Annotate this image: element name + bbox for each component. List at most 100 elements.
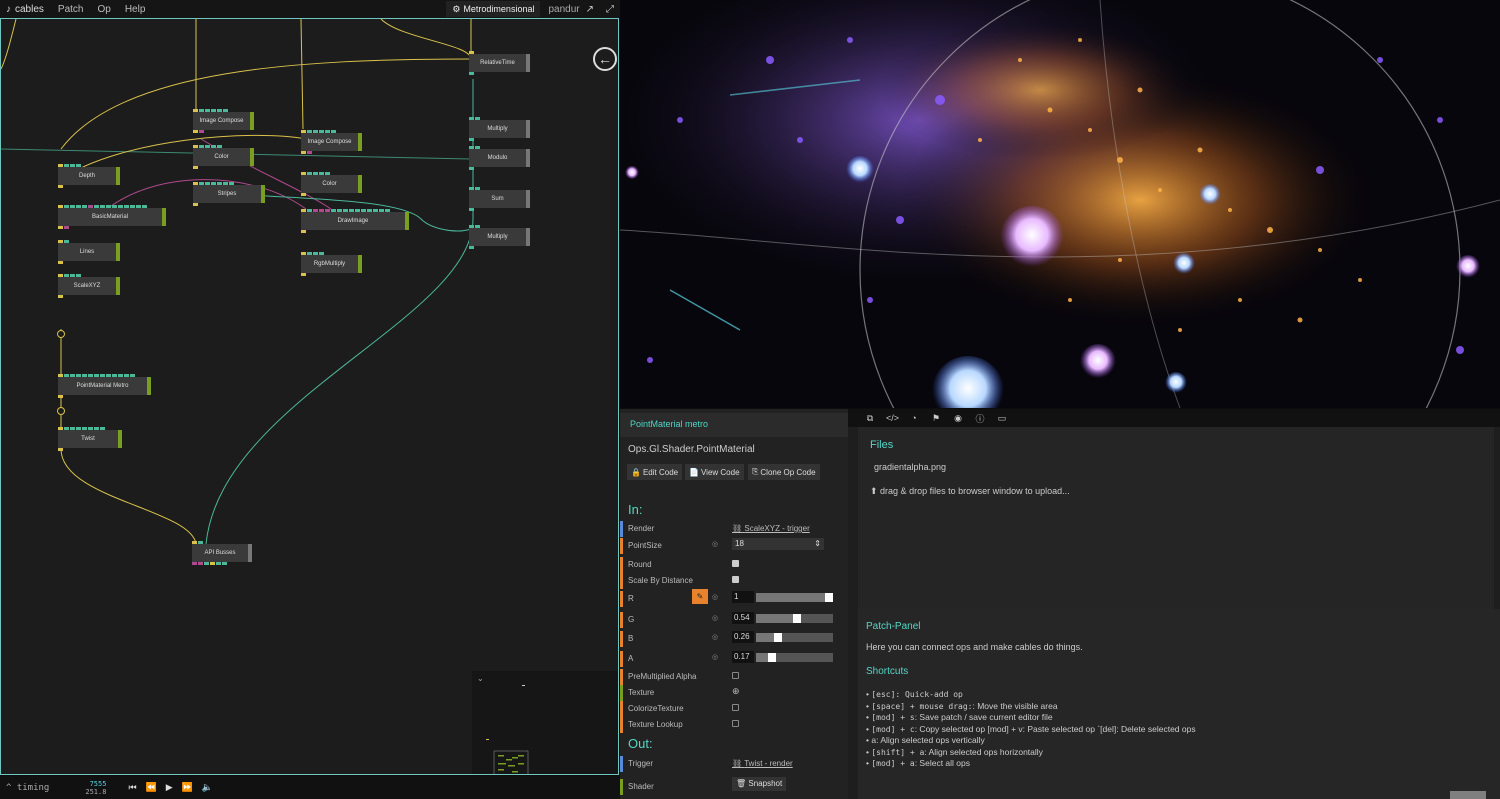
- info-icon[interactable]: ◎: [712, 540, 718, 548]
- volume-icon[interactable]: 🔈: [202, 782, 213, 793]
- back-arrow-icon[interactable]: ←: [593, 47, 617, 71]
- info-icon[interactable]: ◎: [712, 593, 718, 601]
- op-lines[interactable]: Lines: [58, 240, 120, 264]
- view-code-button[interactable]: 📄 View Code: [685, 464, 744, 480]
- info-icon[interactable]: ◎: [712, 614, 718, 622]
- brand-label: cables: [15, 3, 44, 15]
- file-item[interactable]: gradientalpha.png: [874, 462, 946, 472]
- a-value-input[interactable]: 0.17: [732, 651, 754, 663]
- op-depth[interactable]: Depth: [58, 164, 120, 188]
- fast-forward-icon[interactable]: ⏩: [182, 782, 193, 793]
- patch-canvas[interactable]: RelativeTime Image Compose Image Compose…: [0, 18, 619, 775]
- op-api-busses[interactable]: API Busses: [192, 541, 252, 565]
- slider-knob[interactable]: [768, 653, 776, 662]
- a-slider[interactable]: [756, 653, 833, 662]
- project-name-button[interactable]: ⚙ Metrodimensional: [446, 1, 541, 17]
- op-image-compose-1[interactable]: Image Compose: [193, 109, 254, 133]
- op-relativetime[interactable]: RelativeTime: [469, 51, 530, 75]
- shortcut-key: [mod] + a: [871, 759, 915, 768]
- monitor-tab-icon[interactable]: ▭: [996, 413, 1008, 424]
- port-type-bar: [620, 573, 623, 589]
- op-pointmaterial-metro[interactable]: PointMaterial Metro: [58, 374, 151, 398]
- user-name[interactable]: pandur: [548, 4, 579, 15]
- port-type-bar: [620, 756, 623, 772]
- minimap-preview: [486, 685, 529, 774]
- slider-knob[interactable]: [774, 633, 782, 642]
- op-drawimage[interactable]: DrawImage: [301, 209, 409, 233]
- param-name: Render: [628, 524, 655, 533]
- render-link[interactable]: ⛓ ScaleXYZ - trigger: [732, 524, 810, 533]
- fullscreen-icon[interactable]: ⤢: [606, 4, 614, 15]
- eye-tab-icon[interactable]: ◉: [952, 413, 964, 424]
- op-sum[interactable]: Sum: [469, 187, 530, 211]
- param-a: A ◎ 0.17: [620, 651, 848, 667]
- premultiplied-checkbox[interactable]: [732, 672, 739, 679]
- cables-logo-menu[interactable]: ♪ cables: [6, 4, 44, 15]
- minimap[interactable]: ⌄: [472, 671, 618, 774]
- chevron-down-icon[interactable]: ⌄: [477, 674, 484, 683]
- info-icon[interactable]: ◎: [712, 633, 718, 641]
- link-icon: ⛓: [732, 524, 745, 533]
- clone-op-code-button[interactable]: ⎘ Clone Op Code: [748, 464, 820, 480]
- g-value-input[interactable]: 0.54: [732, 612, 754, 624]
- info-icon[interactable]: ◎: [712, 653, 718, 661]
- op-modulo[interactable]: Modulo: [469, 146, 530, 170]
- op-color-2[interactable]: Color: [301, 172, 362, 196]
- r-value-input[interactable]: 1: [732, 591, 754, 603]
- scale-by-distance-checkbox[interactable]: [732, 576, 739, 583]
- param-premultiplied-alpha: PreMultiplied Alpha: [620, 669, 848, 685]
- op-multiply-2[interactable]: Multiply: [469, 225, 530, 249]
- b-value-input[interactable]: 0.26: [732, 631, 754, 643]
- colorize-checkbox[interactable]: [732, 704, 739, 711]
- external-link-icon[interactable]: ↗: [586, 4, 594, 15]
- info-tab-icon[interactable]: ⓘ: [974, 412, 986, 425]
- timing-toggle[interactable]: ^ timing: [6, 783, 49, 793]
- rewind-icon[interactable]: ⏪: [146, 782, 157, 793]
- menu-help[interactable]: Help: [125, 4, 146, 15]
- op-twist[interactable]: Twist: [58, 427, 122, 451]
- bookmark-tab-icon[interactable]: ⚑: [930, 413, 942, 424]
- color-picker-icon[interactable]: ✎: [692, 589, 708, 604]
- help-heading: Patch-Panel: [866, 621, 921, 632]
- port-type-bar: [620, 538, 623, 554]
- b-slider[interactable]: [756, 633, 833, 642]
- render-canvas[interactable]: [620, 0, 1500, 408]
- menu-patch[interactable]: Patch: [58, 4, 84, 15]
- op-multiply-1[interactable]: Multiply: [469, 117, 530, 141]
- param-texture: Texture ⊕: [620, 685, 848, 701]
- op-stripes[interactable]: Stripes: [193, 182, 265, 206]
- file-icon: 📄: [689, 467, 699, 477]
- skip-start-icon[interactable]: ⏮: [128, 782, 136, 793]
- menu-op[interactable]: Op: [97, 4, 110, 15]
- param-trigger: Trigger ⛓ Twist - render: [620, 756, 848, 772]
- chart-tab-icon[interactable]: ◔: [908, 413, 920, 423]
- param-g: G ◎ 0.54: [620, 612, 848, 628]
- texture-add-icon[interactable]: ⊕: [732, 686, 740, 697]
- op-rgbmultiply[interactable]: RgbMultiply: [301, 252, 362, 276]
- op-scalexyz[interactable]: ScaleXYZ: [58, 274, 120, 298]
- play-icon[interactable]: ▶: [166, 782, 173, 793]
- side-panel: ⧉ </> ◔ ⚑ ◉ ⓘ ▭ Files gradientalpha.png …: [848, 409, 1500, 799]
- port-type-bar: [620, 779, 623, 795]
- edit-code-button[interactable]: 🔒 Edit Code: [627, 464, 683, 480]
- op-label: Multiply: [487, 126, 508, 132]
- op-image-compose-2[interactable]: Image Compose: [301, 130, 362, 154]
- op-color-1[interactable]: Color: [193, 145, 254, 169]
- g-slider[interactable]: [756, 614, 833, 623]
- pointsize-input[interactable]: 18 ⇕: [732, 538, 824, 550]
- op-basicmaterial[interactable]: BasicMaterial: [58, 205, 166, 229]
- view-code-label: View Code: [700, 467, 740, 477]
- files-tab-icon[interactable]: ⧉: [864, 413, 876, 424]
- r-slider[interactable]: [756, 593, 833, 602]
- snapshot-button[interactable]: 🗑 Snapshot: [732, 777, 787, 791]
- slider-knob[interactable]: [825, 593, 833, 602]
- op-tab[interactable]: PointMaterial metro: [620, 413, 848, 437]
- round-checkbox[interactable]: [732, 560, 739, 567]
- texture-lookup-checkbox[interactable]: [732, 720, 739, 727]
- param-name: Texture Lookup: [628, 720, 683, 729]
- code-tab-icon[interactable]: </>: [886, 413, 899, 423]
- op-label: Modulo: [487, 155, 508, 161]
- slider-knob[interactable]: [793, 614, 801, 623]
- shortcut-key: [esc]: Quick-add op: [871, 690, 963, 699]
- trigger-link[interactable]: ⛓ Twist - render: [732, 759, 793, 768]
